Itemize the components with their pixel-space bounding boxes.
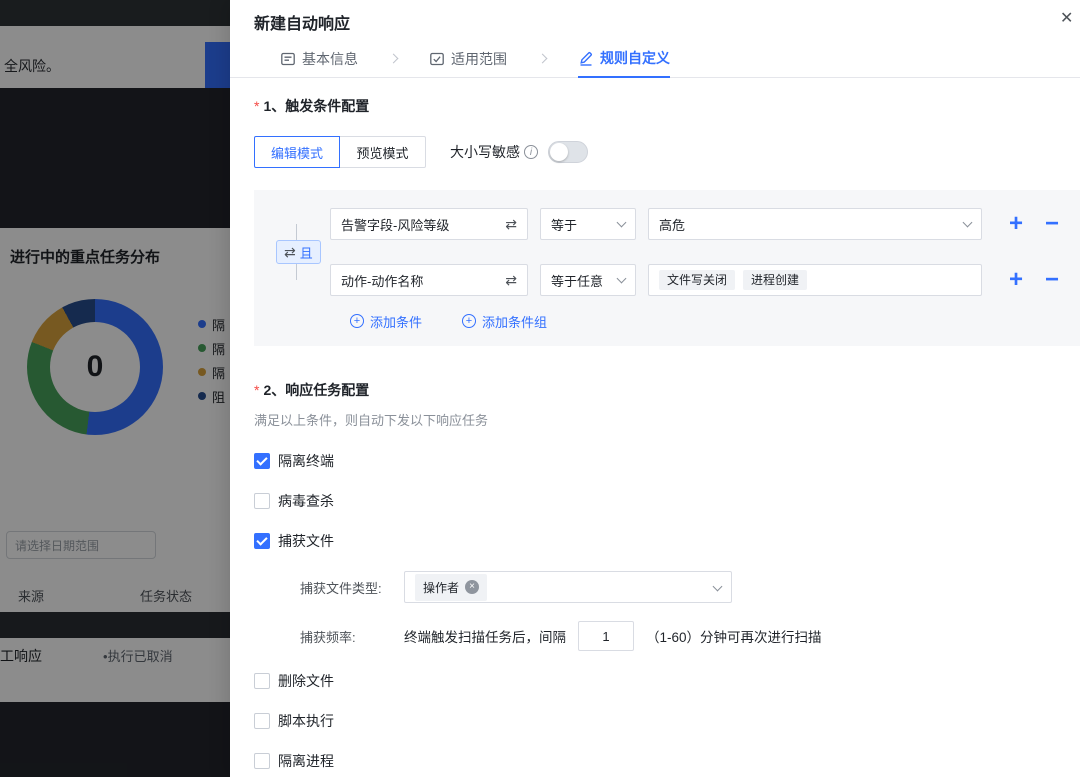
capture-type-label: 捕获文件类型:: [300, 578, 404, 597]
condition-row: 动作-动作名称 ⇄ 等于任意 文件写关闭 进程创建 +: [330, 264, 1072, 296]
group-operator-badge[interactable]: ⇄ 且: [276, 240, 321, 264]
required-mark: *: [254, 382, 259, 398]
chevron-right-icon: [389, 54, 399, 64]
section2-subtitle: 满足以上条件，则自动下发以下响应任务: [254, 410, 1080, 429]
chevron-down-icon: [963, 218, 973, 228]
task-isolate-process: 隔离进程: [254, 751, 1080, 771]
step-label: 规则自定义: [600, 48, 670, 68]
step-label: 适用范围: [451, 49, 507, 69]
section2-title: * 2、响应任务配置: [254, 380, 1080, 400]
task-capture-file: 捕获文件: [254, 531, 1080, 551]
add-links-row: + 添加条件 + 添加条件组: [350, 312, 1072, 330]
add-row-button[interactable]: +: [1009, 212, 1023, 236]
condition-row: 告警字段-风险等级 ⇄ 等于 高危 + −: [330, 208, 1072, 240]
swap-icon: ⇄: [505, 272, 517, 289]
task-label: 删除文件: [278, 671, 334, 691]
chevron-down-icon: [713, 582, 723, 592]
case-sensitive-label: 大小写敏感: [450, 142, 520, 162]
drawer-title: 新建自动响应: [254, 16, 350, 33]
task-label: 隔离进程: [278, 751, 334, 771]
create-auto-response-drawer: 新建自动响应 ✕ 基本信息 适用范围 规则自定: [230, 0, 1080, 777]
edit-mode-button[interactable]: 编辑模式: [254, 136, 340, 168]
capture-frequency-label: 捕获频率:: [300, 627, 404, 646]
task-label: 捕获文件: [278, 531, 334, 551]
info-icon[interactable]: i: [524, 145, 538, 159]
step-scope[interactable]: 适用范围: [429, 40, 507, 78]
swap-icon: ⇄: [505, 216, 517, 233]
condition-rows: ⇄ 且 告警字段-风险等级 ⇄ 等于 高危: [270, 208, 1072, 296]
add-condition-link[interactable]: + 添加条件: [350, 312, 422, 330]
capture-type-select[interactable]: 操作者 ×: [404, 571, 732, 603]
add-condition-group-link[interactable]: + 添加条件组: [462, 312, 547, 330]
task-label: 脚本执行: [278, 711, 334, 731]
chevron-down-icon: [617, 218, 627, 228]
capture-file-settings: 捕获文件类型: 操作者 × 捕获频率: 终端触发扫描任务后，间隔: [300, 571, 1080, 651]
step-basic-info[interactable]: 基本信息: [280, 40, 358, 78]
remove-row-button[interactable]: −: [1045, 268, 1059, 292]
value-tag-input[interactable]: 文件写关闭 进程创建: [648, 264, 982, 296]
task-script-execution: 脚本执行: [254, 711, 1080, 731]
checkbox-unchecked[interactable]: [254, 753, 270, 769]
tag-remove-icon[interactable]: ×: [465, 580, 479, 594]
task-isolate-terminal: 隔离终端: [254, 451, 1080, 471]
field-select[interactable]: 告警字段-风险等级 ⇄: [330, 208, 528, 240]
circle-plus-icon: +: [462, 314, 476, 328]
chevron-down-icon: [617, 274, 627, 284]
required-mark: *: [254, 98, 259, 114]
value-tag[interactable]: 文件写关闭: [659, 270, 735, 290]
step-label: 基本信息: [302, 49, 358, 69]
task-label: 隔离终端: [278, 451, 334, 471]
field-select[interactable]: 动作-动作名称 ⇄: [330, 264, 528, 296]
remove-row-button[interactable]: −: [1045, 212, 1059, 236]
form-icon: [280, 51, 296, 67]
task-virus-scan: 病毒查杀: [254, 491, 1080, 511]
capture-frequency-row: 捕获频率: 终端触发扫描任务后，间隔 （1-60）分钟可再次进行扫描: [300, 621, 1080, 651]
frequency-suffix-text: （1-60）分钟可再次进行扫描: [646, 626, 822, 646]
close-icon[interactable]: ✕: [1060, 8, 1078, 28]
operator-select[interactable]: 等于: [540, 208, 636, 240]
switch-operator-icon: ⇄: [284, 244, 296, 261]
checkbox-unchecked[interactable]: [254, 673, 270, 689]
row-actions: + −: [996, 268, 1072, 292]
operator-select[interactable]: 等于任意: [540, 264, 636, 296]
row-actions: + −: [996, 212, 1072, 236]
frequency-prefix-text: 终端触发扫描任务后，间隔: [404, 626, 566, 646]
task-label: 病毒查杀: [278, 491, 334, 511]
drawer-body: * 1、触发条件配置 编辑模式 预览模式 大小写敏感 i ⇄ 且: [230, 96, 1080, 771]
response-task-list: 隔离终端 病毒查杀 捕获文件 捕获文件类型: 操作者: [254, 451, 1080, 771]
condition-group-panel: ⇄ 且 告警字段-风险等级 ⇄ 等于 高危: [254, 190, 1080, 346]
checkbox-unchecked[interactable]: [254, 713, 270, 729]
step-nav: 基本信息 适用范围 规则自定义: [230, 40, 1080, 78]
value-tag[interactable]: 进程创建: [743, 270, 807, 290]
step-rule-customization[interactable]: 规则自定义: [578, 40, 670, 78]
add-row-button[interactable]: +: [1009, 268, 1023, 292]
task-delete-file: 删除文件: [254, 671, 1080, 691]
capture-type-row: 捕获文件类型: 操作者 ×: [300, 571, 1080, 603]
section1-title: * 1、触发条件配置: [254, 96, 1080, 116]
modal-overlay[interactable]: [0, 0, 230, 777]
circle-plus-icon: +: [350, 314, 364, 328]
mode-row: 编辑模式 预览模式 大小写敏感 i: [254, 136, 1080, 168]
frequency-input[interactable]: [578, 621, 634, 651]
checkbox-unchecked[interactable]: [254, 493, 270, 509]
screen: 全风险。 进行中的重点任务分布 0 隔 隔 隔 阻 请选择日期范: [0, 0, 1080, 777]
drawer-header: 新建自动响应 ✕: [230, 0, 1080, 40]
checkbox-checked[interactable]: [254, 533, 270, 549]
selected-tag: 操作者 ×: [415, 574, 487, 601]
preview-mode-button[interactable]: 预览模式: [340, 136, 426, 168]
value-select[interactable]: 高危: [648, 208, 982, 240]
group-operator-label: 且: [300, 243, 313, 262]
toggle-knob: [550, 143, 568, 161]
checkbox-icon: [429, 51, 445, 67]
pen-icon: [578, 50, 594, 66]
case-sensitive-toggle[interactable]: [548, 141, 588, 163]
checkbox-checked[interactable]: [254, 453, 270, 469]
chevron-right-icon: [538, 54, 548, 64]
